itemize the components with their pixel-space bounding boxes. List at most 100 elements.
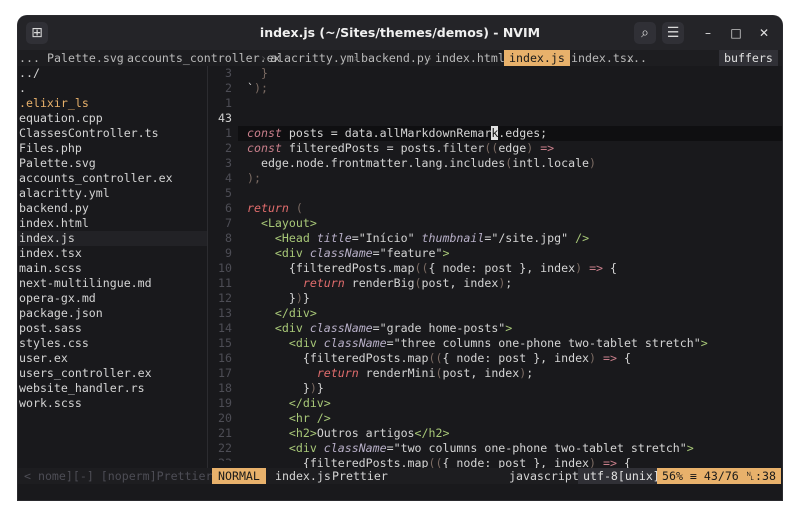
tab-separator: › [352, 51, 359, 65]
tab-separator: › [426, 51, 433, 65]
close-button[interactable]: ✕ [754, 23, 774, 43]
status-filetype: javascript [509, 469, 579, 483]
code-line: edge.node.frontmatter.lang.includes(intl… [247, 156, 597, 170]
code-line: } [260, 66, 268, 80]
line-number: 13 [218, 306, 232, 320]
code-line: return renderBig(post, index); [302, 276, 513, 290]
tree-item[interactable]: index.tsx [18, 246, 207, 261]
nvim-window: ⊞ index.js (~/Sites/themes/demos) - NVIM… [18, 16, 782, 500]
tab-separator: › [117, 51, 124, 65]
tree-item[interactable]: main.scss [18, 261, 207, 276]
line-number: 9 [225, 246, 232, 260]
tree-item[interactable]: users_controller.ex [18, 366, 207, 381]
line-number: 10 [218, 261, 232, 275]
tree-item[interactable]: index.html [18, 216, 207, 231]
tree-status: < nome][-] [noperm]Prettier… [24, 469, 220, 483]
tree-item[interactable]: Palette.svg [18, 156, 207, 171]
line-number: 6 [225, 201, 232, 215]
line-number: 12 [218, 291, 232, 305]
tree-item[interactable]: index.js [18, 231, 207, 246]
mode-indicator: NORMAL [212, 468, 266, 484]
line-number: 20 [218, 411, 232, 425]
code-line: <Layout> [260, 216, 317, 230]
code-line: {filteredPosts.map(({ node: post }, inde… [247, 261, 617, 275]
tree-item[interactable]: work.scss [18, 396, 207, 411]
line-number: 19 [218, 396, 232, 410]
tree-item[interactable]: accounts_controller.ex [18, 171, 207, 186]
tree-item[interactable]: Files.php [18, 141, 207, 156]
code-line: ); [247, 171, 261, 185]
line-number: 15 [218, 336, 232, 350]
tree-item[interactable]: .elixir_ls [18, 96, 207, 111]
tree-item[interactable]: ../ [18, 66, 207, 81]
status-encoding: utf-8[unix] [578, 468, 665, 484]
line-number: 7 [225, 216, 232, 230]
menu-icon[interactable]: ☰ [662, 22, 684, 44]
line-number: 22 [218, 441, 232, 455]
buffers-label[interactable]: buffers [719, 50, 778, 66]
file-tree: ../. .elixir_ls equation.cpp ClassesControl… [18, 66, 207, 476]
tree-item[interactable]: website_handler.rs [18, 381, 207, 396]
text-cursor: k [491, 126, 499, 140]
tree-item[interactable]: alacritty.yml [18, 186, 207, 201]
code-line: <Head title="Início" thumbnail="/site.jp… [274, 231, 590, 245]
line-number: 1 [225, 126, 232, 140]
tree-item[interactable]: post.sass [18, 321, 207, 336]
code-line: <h2>Outros artigos</h2> [288, 426, 450, 440]
tree-item[interactable]: equation.cpp [18, 111, 207, 126]
tree-item[interactable]: package.json [18, 306, 207, 321]
code-editor[interactable]: 3 2 1 43 1 2 3 4 5 6 7 8 9 10 11 12 13 14 15 16 17 18 19 20 21 22… [208, 66, 782, 476]
line-number: 4 [225, 171, 232, 185]
tree-item[interactable]: ClassesController.ts [18, 126, 207, 141]
code-line: <div className="three columns one-phone … [288, 336, 708, 350]
line-number: 2 [225, 81, 232, 95]
tree-item[interactable]: . [18, 81, 207, 96]
code-line: <div className="feature"> [274, 246, 450, 260]
code-line: <div className="two columns one-phone tw… [288, 441, 694, 455]
tab-overflow[interactable]: ... [626, 50, 647, 66]
title-bar: ⊞ index.js (~/Sites/themes/demos) - NVIM… [18, 16, 782, 50]
code-line: </div> [288, 396, 331, 410]
line-number: 11 [218, 276, 232, 290]
tab-alacritty[interactable]: alacritty.yml [270, 50, 361, 66]
tab-index-html[interactable]: index.html [435, 50, 505, 66]
code-line: return ( [247, 201, 303, 215]
status-filename: index.js [275, 469, 331, 483]
line-number: 3 [225, 156, 232, 170]
line-number: 17 [218, 366, 232, 380]
code-line: const posts = data.allMarkdownRemark.edg… [247, 126, 548, 140]
tab-backend[interactable]: backend.py [361, 50, 431, 66]
minimize-button[interactable]: – [698, 23, 718, 43]
tree-item[interactable]: styles.css [18, 336, 207, 351]
code-line: return renderMini(post, index); [316, 366, 534, 380]
search-icon[interactable]: ⌕ [634, 22, 656, 44]
status-formatter: Prettier [332, 469, 388, 483]
tab-index-tsx[interactable]: index.tsx [571, 50, 634, 66]
line-number: 1 [225, 96, 232, 110]
tab-accounts-controller[interactable]: accounts_controller.ex [127, 50, 281, 66]
tabline-prefix: ... [19, 51, 40, 65]
line-number: 8 [225, 231, 232, 245]
line-number: 23 [208, 456, 232, 461]
tree-item[interactable]: opera-gx.md [18, 291, 207, 306]
line-number: 3 [225, 66, 232, 80]
maximize-button[interactable]: □ [726, 23, 746, 43]
code-line: `); [247, 81, 268, 95]
code-line: <div className="grade home-posts"> [274, 321, 513, 335]
code-line: })} [247, 291, 310, 305]
code-line: const filteredPosts = posts.filter((edge… [247, 141, 555, 155]
tab-palette-svg[interactable]: Palette.svg [47, 50, 124, 66]
line-number: 21 [218, 426, 232, 440]
code-line: <hr /> [288, 411, 331, 425]
line-number: 5 [225, 186, 232, 200]
status-position: 56% ≡ 43/76 ␤:38 [657, 468, 781, 484]
tree-item[interactable]: user.ex [18, 351, 207, 366]
code-line: {filteredPosts.map(({ node: post }, inde… [247, 351, 631, 365]
code-line: })} [247, 381, 324, 395]
buffer-tabline: ... Palette.svg › accounts_controller.ex… [18, 50, 782, 66]
tab-separator: › [260, 51, 267, 65]
tree-item[interactable]: next-multilingue.md [18, 276, 207, 291]
tree-item[interactable]: backend.py [18, 201, 207, 216]
tab-index-js[interactable]: index.js [504, 50, 570, 66]
code-line: </div> [274, 306, 317, 320]
